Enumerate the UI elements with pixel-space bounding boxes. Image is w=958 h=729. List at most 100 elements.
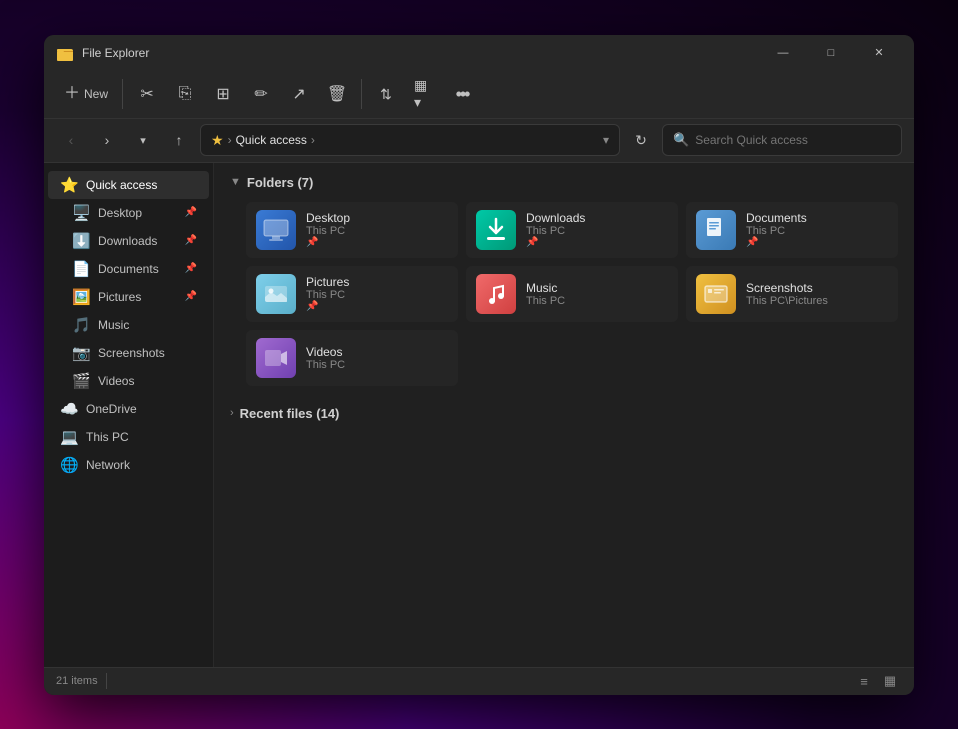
items-count: 21 items	[56, 675, 98, 687]
path-separator-2: ›	[311, 133, 315, 147]
sidebar-label-thispc: This PC	[86, 430, 197, 444]
view-options-button[interactable]: ▦ ▾	[406, 76, 442, 112]
folder-downloads[interactable]: Downloads This PC 📌	[466, 202, 678, 258]
downloads-icon: ⬇️	[72, 232, 90, 250]
close-button[interactable]: ✕	[856, 37, 902, 69]
folder-music-sub: This PC	[526, 295, 565, 307]
sidebar-item-network[interactable]: 🌐 Network	[48, 451, 209, 479]
address-path[interactable]: ★ › Quick access › ▾	[200, 124, 620, 156]
list-view-button[interactable]: ≡	[852, 670, 876, 692]
toolbar-separator-1	[122, 79, 123, 109]
pictures-icon: 🖼️	[72, 288, 90, 306]
folder-desktop[interactable]: Desktop This PC 📌	[246, 202, 458, 258]
sidebar-item-onedrive[interactable]: ☁️ OneDrive	[48, 395, 209, 423]
recent-files-section-header[interactable]: › Recent files (14)	[230, 406, 898, 421]
folder-videos-sub: This PC	[306, 359, 345, 371]
cut-button[interactable]: ✂	[129, 76, 165, 112]
sidebar-item-screenshots[interactable]: 📷 Screenshots	[48, 339, 209, 367]
refresh-button[interactable]: ↻	[626, 125, 656, 155]
folders-section-header[interactable]: ▼ Folders (7)	[230, 175, 898, 190]
pictures-pin-icon: 📌	[185, 291, 197, 302]
new-plus-icon: ＋	[64, 86, 80, 102]
folder-downloads-info: Downloads This PC 📌	[526, 211, 585, 248]
videos-icon: 🎬	[72, 372, 90, 390]
paste-button[interactable]: ⊞	[205, 76, 241, 112]
sidebar-item-thispc[interactable]: 💻 This PC	[48, 423, 209, 451]
more-options-button[interactable]: •••	[444, 76, 480, 112]
sidebar-label-screenshots: Screenshots	[98, 346, 197, 360]
sidebar-label-desktop: Desktop	[98, 206, 177, 220]
folder-videos[interactable]: Videos This PC	[246, 330, 458, 386]
folder-screenshots-sub: This PC\Pictures	[746, 295, 828, 307]
forward-button[interactable]: ›	[92, 125, 122, 155]
sidebar-label-quick-access: Quick access	[86, 178, 197, 192]
path-separator-1: ›	[228, 133, 232, 147]
grid-view-button[interactable]: ▦	[878, 670, 902, 692]
folder-videos-name: Videos	[306, 345, 345, 359]
sidebar-item-downloads[interactable]: ⬇️ Downloads 📌	[48, 227, 209, 255]
folder-downloads-name: Downloads	[526, 211, 585, 225]
folders-section-title: Folders (7)	[247, 175, 313, 190]
up-button[interactable]: ↑	[164, 125, 194, 155]
delete-button[interactable]: 🗑	[319, 76, 355, 112]
folder-desktop-name: Desktop	[306, 211, 350, 225]
folders-grid: Desktop This PC 📌 Downloads	[230, 202, 898, 386]
sidebar-label-documents: Documents	[98, 262, 177, 276]
sidebar-label-onedrive: OneDrive	[86, 402, 197, 416]
folder-pictures-name: Pictures	[306, 275, 349, 289]
sidebar-label-music: Music	[98, 318, 197, 332]
maximize-button[interactable]: □	[808, 37, 854, 69]
folder-downloads-icon	[476, 210, 516, 250]
search-input[interactable]	[695, 133, 891, 147]
window-controls: — □ ✕	[760, 37, 902, 69]
recent-section-title: Recent files (14)	[240, 406, 340, 421]
folder-screenshots-info: Screenshots This PC\Pictures	[746, 281, 828, 307]
rename-button[interactable]: ✏	[243, 76, 279, 112]
folder-documents-name: Documents	[746, 211, 807, 225]
file-explorer-window: File Explorer — □ ✕ ＋ New ✂ ⎘ ⊞ ✏ ↗ 🗑 ⇅ …	[44, 35, 914, 695]
folder-screenshots[interactable]: Screenshots This PC\Pictures	[686, 266, 898, 322]
screenshots-icon: 📷	[72, 344, 90, 362]
sidebar-item-pictures[interactable]: 🖼️ Pictures 📌	[48, 283, 209, 311]
toolbar-separator-2	[361, 79, 362, 109]
documents-icon: 📄	[72, 260, 90, 278]
sidebar-item-desktop[interactable]: 🖥️ Desktop 📌	[48, 199, 209, 227]
new-button[interactable]: ＋ New	[56, 74, 116, 114]
folder-documents-sub: This PC	[746, 225, 807, 237]
music-icon: 🎵	[72, 316, 90, 334]
folder-pictures[interactable]: Pictures This PC 📌	[246, 266, 458, 322]
folder-desktop-info: Desktop This PC 📌	[306, 211, 350, 248]
minimize-button[interactable]: —	[760, 37, 806, 69]
copy-button[interactable]: ⎘	[167, 76, 203, 112]
sidebar-label-videos: Videos	[98, 374, 197, 388]
folder-pictures-sub: This PC	[306, 289, 349, 301]
status-separator	[106, 673, 107, 689]
folder-documents-pin: 📌	[746, 237, 807, 248]
search-icon: 🔍	[673, 132, 689, 148]
content-area: ▼ Folders (7) Desktop	[214, 163, 914, 667]
sidebar-item-videos[interactable]: 🎬 Videos	[48, 367, 209, 395]
folder-pictures-info: Pictures This PC 📌	[306, 275, 349, 312]
view-buttons: ≡ ▦	[852, 670, 902, 692]
sort-button[interactable]: ⇅	[368, 76, 404, 112]
folder-screenshots-icon	[696, 274, 736, 314]
search-box[interactable]: 🔍	[662, 124, 902, 156]
folder-videos-info: Videos This PC	[306, 345, 345, 371]
network-icon: 🌐	[60, 456, 78, 474]
folder-music[interactable]: Music This PC	[466, 266, 678, 322]
folder-documents[interactable]: Documents This PC 📌	[686, 202, 898, 258]
desktop-icon: 🖥️	[72, 204, 90, 222]
share-button[interactable]: ↗	[281, 76, 317, 112]
main-area: ⭐ Quick access 🖥️ Desktop 📌 ⬇️ Downloads…	[44, 163, 914, 667]
sidebar-item-quick-access[interactable]: ⭐ Quick access	[48, 171, 209, 199]
back-button[interactable]: ‹	[56, 125, 86, 155]
path-quick-access: Quick access	[236, 133, 307, 147]
addressbar: ‹ › ▾ ↑ ★ › Quick access › ▾ ↻ 🔍	[44, 119, 914, 163]
sidebar-item-documents[interactable]: 📄 Documents 📌	[48, 255, 209, 283]
history-dropdown-button[interactable]: ▾	[128, 125, 158, 155]
folder-desktop-icon	[256, 210, 296, 250]
sidebar-item-music[interactable]: 🎵 Music	[48, 311, 209, 339]
folder-documents-icon	[696, 210, 736, 250]
folder-downloads-sub: This PC	[526, 225, 585, 237]
titlebar: File Explorer — □ ✕	[44, 35, 914, 71]
